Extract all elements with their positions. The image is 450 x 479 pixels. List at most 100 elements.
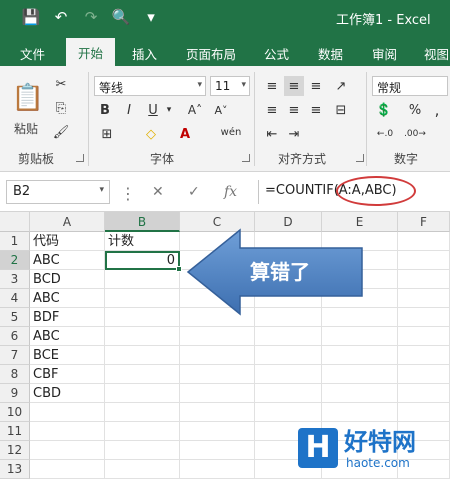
underline-button[interactable]: U (144, 100, 162, 120)
row-header-2[interactable]: 2 (0, 251, 30, 270)
cell-f3[interactable] (398, 270, 450, 289)
cell-a1[interactable]: 代码 (30, 232, 105, 251)
percent-icon[interactable]: % (406, 100, 424, 120)
cell-d10[interactable] (255, 403, 322, 422)
font-name-dropdown[interactable]: 等线 ▾ (94, 76, 206, 96)
cell-c13[interactable] (180, 460, 255, 479)
increase-decimal-icon[interactable]: ←.0 (372, 124, 398, 144)
clipboard-launcher-icon[interactable] (76, 154, 84, 162)
cell-c12[interactable] (180, 441, 255, 460)
redo-icon[interactable]: ↷ (82, 8, 100, 26)
cell-f5[interactable] (398, 308, 450, 327)
row-header-7[interactable]: 7 (0, 346, 30, 365)
tab-insert[interactable]: 插入 (132, 44, 157, 63)
align-top-icon[interactable]: ≡ (262, 76, 282, 96)
cell-e7[interactable] (322, 346, 398, 365)
increase-font-icon[interactable]: A˄ (184, 100, 206, 120)
cell-b13[interactable] (105, 460, 180, 479)
align-middle-icon[interactable]: ≡ (284, 76, 304, 96)
print-preview-icon[interactable]: 🔍 (112, 8, 131, 26)
insert-function-icon[interactable]: fx (224, 184, 237, 200)
row-header-11[interactable]: 11 (0, 422, 30, 441)
decrease-indent-icon[interactable]: ⇤ (262, 124, 282, 144)
decrease-decimal-icon[interactable]: .00→ (402, 124, 428, 144)
tab-view[interactable]: 视图 (424, 44, 449, 63)
number-format-dropdown[interactable]: 常规 (372, 76, 448, 96)
paste-icon[interactable]: 📋 (10, 78, 46, 118)
tab-file[interactable]: 文件 (20, 44, 45, 63)
fill-handle[interactable] (176, 266, 182, 272)
merge-center-icon[interactable]: ⊟ (330, 100, 352, 120)
cell-b9[interactable] (105, 384, 180, 403)
cell-a4[interactable]: ABC (30, 289, 105, 308)
font-launcher-icon[interactable] (242, 154, 250, 162)
cell-f1[interactable] (398, 232, 450, 251)
cell-c6[interactable] (180, 327, 255, 346)
cell-b10[interactable] (105, 403, 180, 422)
enter-icon[interactable]: ✓ (188, 184, 200, 200)
cell-b5[interactable] (105, 308, 180, 327)
row-header-4[interactable]: 4 (0, 289, 30, 308)
align-center-icon[interactable]: ≡ (284, 100, 304, 120)
bold-button[interactable]: B (96, 100, 114, 120)
cell-a13[interactable] (30, 460, 105, 479)
cell-c11[interactable] (180, 422, 255, 441)
increase-indent-icon[interactable]: ⇥ (284, 124, 304, 144)
customize-qat-icon[interactable]: ▾ (142, 8, 160, 26)
cell-b8[interactable] (105, 365, 180, 384)
save-icon[interactable]: 💾 (22, 8, 41, 26)
cell-a2[interactable]: ABC (30, 251, 105, 270)
row-header-3[interactable]: 3 (0, 270, 30, 289)
row-header-8[interactable]: 8 (0, 365, 30, 384)
cell-b3[interactable] (105, 270, 180, 289)
cancel-icon[interactable]: ✕ (152, 184, 164, 200)
alignment-launcher-icon[interactable] (356, 154, 364, 162)
tab-review[interactable]: 审阅 (372, 44, 397, 63)
cell-b4[interactable] (105, 289, 180, 308)
cell-a9[interactable]: CBD (30, 384, 105, 403)
chevron-down-icon[interactable]: ▾ (164, 100, 174, 120)
cell-a10[interactable] (30, 403, 105, 422)
cut-icon[interactable]: ✂ (52, 74, 70, 94)
cell-b7[interactable] (105, 346, 180, 365)
row-header-12[interactable]: 12 (0, 441, 30, 460)
italic-button[interactable]: I (120, 100, 138, 120)
cell-b6[interactable] (105, 327, 180, 346)
column-header-f[interactable]: F (398, 212, 450, 232)
cell-f4[interactable] (398, 289, 450, 308)
align-bottom-icon[interactable]: ≡ (306, 76, 326, 96)
borders-icon[interactable]: ⊞ (96, 124, 118, 144)
cell-f8[interactable] (398, 365, 450, 384)
decrease-font-icon[interactable]: A˅ (210, 100, 232, 120)
row-header-6[interactable]: 6 (0, 327, 30, 346)
cell-d7[interactable] (255, 346, 322, 365)
currency-icon[interactable]: 💲 (372, 100, 396, 120)
cell-d6[interactable] (255, 327, 322, 346)
cell-a7[interactable]: BCE (30, 346, 105, 365)
cell-f2[interactable] (398, 251, 450, 270)
name-box[interactable]: B2 ▾ (6, 180, 110, 204)
fill-color-icon[interactable]: ◇ (140, 124, 162, 144)
cell-b1[interactable]: 计数 (105, 232, 180, 251)
cell-c10[interactable] (180, 403, 255, 422)
column-header-b[interactable]: B (105, 212, 180, 232)
format-painter-icon[interactable]: 🖌 (52, 122, 70, 142)
tab-formulas[interactable]: 公式 (264, 44, 289, 63)
align-left-icon[interactable]: ≡ (262, 100, 282, 120)
comma-style-icon[interactable]: , (428, 100, 446, 120)
copy-icon[interactable]: ⎘ (52, 98, 70, 118)
align-right-icon[interactable]: ≡ (306, 100, 326, 120)
row-header-9[interactable]: 9 (0, 384, 30, 403)
cell-a11[interactable] (30, 422, 105, 441)
cell-d8[interactable] (255, 365, 322, 384)
cell-e8[interactable] (322, 365, 398, 384)
cell-b12[interactable] (105, 441, 180, 460)
paste-label[interactable]: 粘贴 (14, 120, 38, 137)
cell-e9[interactable] (322, 384, 398, 403)
cell-c9[interactable] (180, 384, 255, 403)
cell-a12[interactable] (30, 441, 105, 460)
cell-b11[interactable] (105, 422, 180, 441)
row-header-5[interactable]: 5 (0, 308, 30, 327)
row-header-10[interactable]: 10 (0, 403, 30, 422)
cell-a3[interactable]: BCD (30, 270, 105, 289)
